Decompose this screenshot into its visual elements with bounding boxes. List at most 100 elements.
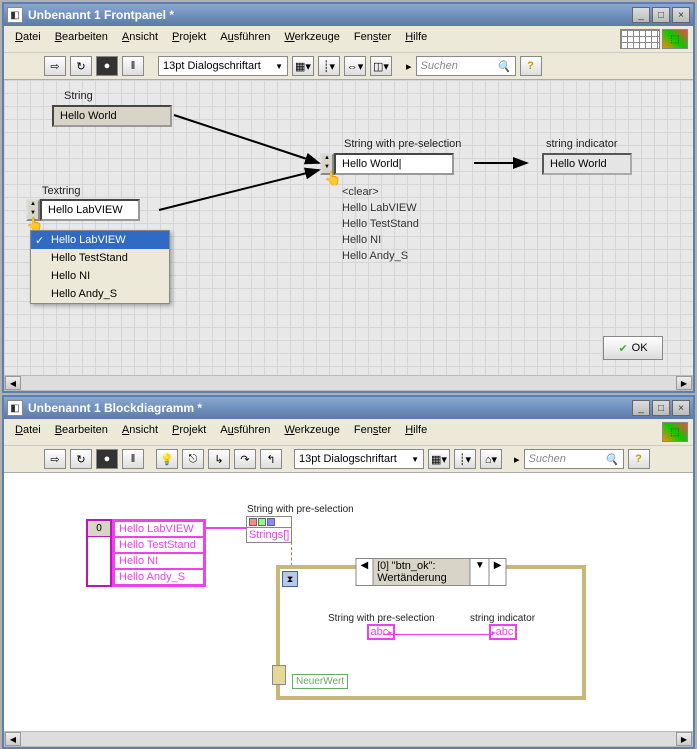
wire-ref-v: [291, 521, 292, 571]
cleanup-button[interactable]: ⌂▾: [480, 449, 502, 469]
ok-button[interactable]: ✔OK: [603, 336, 663, 360]
run-button[interactable]: ⇨: [44, 449, 66, 469]
event-structure[interactable]: ⧗ ◀ [0] "btn_ok": Wertänderung ▼ ▶ Strin…: [276, 565, 586, 700]
run-button[interactable]: ⇨: [44, 56, 66, 76]
preselect-label: String with pre-selection: [344, 138, 461, 150]
menu-bearbeiten[interactable]: Bearbeiten: [49, 29, 114, 49]
menu-bearbeiten[interactable]: Bearbeiten: [49, 422, 114, 442]
menu-datei[interactable]: Datei: [9, 29, 47, 49]
highlight-button[interactable]: 💡: [156, 449, 178, 469]
menu-ausfuehren[interactable]: Ausführen: [214, 422, 276, 442]
bd-titlebar[interactable]: ◧ Unbenannt 1 Blockdiagramm * _ □ ×: [4, 397, 693, 419]
menu-fenster[interactable]: Fenster: [348, 29, 397, 49]
textring-item-0[interactable]: ✓Hello LabVIEW: [31, 231, 169, 249]
vi-icon[interactable]: ⬚: [662, 422, 688, 442]
event-data-node[interactable]: [272, 665, 286, 685]
close-button[interactable]: ×: [672, 400, 690, 416]
timeout-terminal[interactable]: ⧗: [282, 571, 298, 587]
abort-button[interactable]: ●: [96, 56, 118, 76]
menu-hilfe[interactable]: Hilfe: [399, 422, 433, 442]
bd-indicator-terminal[interactable]: string indicator ▸abc: [470, 613, 535, 640]
array-item-3[interactable]: Hello Andy_S: [114, 569, 204, 585]
labview-icon: ◧: [7, 400, 23, 416]
cursor-icon: 👆: [324, 170, 341, 187]
bd-title: Unbenannt 1 Blockdiagramm *: [28, 401, 632, 415]
distribute-button[interactable]: ┊▾: [318, 56, 340, 76]
pause-button[interactable]: ‖: [122, 449, 144, 469]
pause-button[interactable]: ‖: [122, 56, 144, 76]
font-select[interactable]: 13pt Dialogschriftart▼: [294, 449, 424, 469]
menu-werkzeuge[interactable]: Werkzeuge: [278, 422, 345, 442]
reorder-button[interactable]: ◫▾: [370, 56, 392, 76]
step-into-button[interactable]: ↳: [208, 449, 230, 469]
menu-hilfe[interactable]: Hilfe: [399, 29, 433, 49]
neuerwert-node[interactable]: NeuerWert: [292, 674, 348, 689]
fp-scrollbar[interactable]: ◀▶: [4, 375, 693, 391]
fp-canvas[interactable]: String Hello World String with pre-selec…: [4, 80, 693, 375]
menu-ansicht[interactable]: Ansicht: [116, 422, 164, 442]
menu-projekt[interactable]: Projekt: [166, 29, 212, 49]
arrow-2: [159, 165, 324, 215]
preselect-opt-1[interactable]: Hello LabVIEW: [342, 200, 419, 216]
help-button[interactable]: ?: [628, 449, 650, 469]
step-out-button[interactable]: ↰: [260, 449, 282, 469]
string-control[interactable]: Hello World: [52, 105, 172, 127]
grid-pane-icon[interactable]: [620, 29, 660, 49]
vi-icon[interactable]: ⬚: [662, 29, 688, 49]
bd-scrollbar[interactable]: ◀▶: [4, 731, 693, 747]
abort-button[interactable]: ●: [96, 449, 118, 469]
preselect-opt-2[interactable]: Hello TestStand: [342, 216, 419, 232]
bd-menubar: Datei Bearbeiten Ansicht Projekt Ausführ…: [4, 419, 693, 446]
indicator-label: string indicator: [546, 138, 618, 150]
array-index[interactable]: 0: [88, 521, 110, 537]
search-input[interactable]: Suchen🔍: [416, 56, 516, 76]
search-input[interactable]: Suchen🔍: [524, 449, 624, 469]
maximize-button[interactable]: □: [652, 400, 670, 416]
align-button[interactable]: ▦▾: [428, 449, 450, 469]
help-button[interactable]: ?: [520, 56, 542, 76]
minimize-button[interactable]: _: [632, 400, 650, 416]
bd-canvas[interactable]: String with pre-selection 0 Hello LabVIE…: [4, 473, 693, 731]
array-item-0[interactable]: Hello LabVIEW: [114, 521, 204, 537]
resize-button[interactable]: ⇔▾: [344, 56, 366, 76]
preselect-opt-4[interactable]: Hello Andy_S: [342, 248, 419, 264]
step-over-button[interactable]: ↷: [234, 449, 256, 469]
indicator-term-box: ▸abc: [489, 624, 517, 640]
maximize-button[interactable]: □: [652, 7, 670, 23]
bd-preselect-terminal[interactable]: String with pre-selection abc▸: [328, 613, 435, 640]
menu-projekt[interactable]: Projekt: [166, 422, 212, 442]
minimize-button[interactable]: _: [632, 7, 650, 23]
property-node[interactable]: Strings[]: [246, 516, 292, 543]
run-continuous-button[interactable]: ↻: [70, 56, 92, 76]
close-button[interactable]: ×: [672, 7, 690, 23]
fp-titlebar[interactable]: ◧ Unbenannt 1 Frontpanel * _ □ ×: [4, 4, 693, 26]
textring-dropdown: ✓Hello LabVIEW Hello TestStand Hello NI …: [30, 230, 170, 304]
textring-item-2[interactable]: Hello NI: [31, 267, 169, 285]
preselect-opt-clear[interactable]: <clear>: [342, 184, 419, 200]
property-strings[interactable]: Strings[]: [247, 528, 291, 542]
menu-werkzeuge[interactable]: Werkzeuge: [278, 29, 345, 49]
retain-button[interactable]: ⎋: [182, 449, 204, 469]
preselect-value[interactable]: Hello World|: [334, 153, 454, 175]
menu-ansicht[interactable]: Ansicht: [116, 29, 164, 49]
string-label: String: [64, 90, 93, 102]
textring-item-3[interactable]: Hello Andy_S: [31, 285, 169, 303]
textring-item-1[interactable]: Hello TestStand: [31, 249, 169, 267]
menu-ausfuehren[interactable]: Ausführen: [214, 29, 276, 49]
string-indicator: Hello World: [542, 153, 632, 175]
event-selector[interactable]: ◀ [0] "btn_ok": Wertänderung ▼ ▶: [356, 558, 507, 586]
distribute-button[interactable]: ┊▾: [454, 449, 476, 469]
font-select[interactable]: 13pt Dialogschriftart▼: [158, 56, 288, 76]
wire-string: [383, 634, 493, 635]
textring-value[interactable]: Hello LabVIEW: [40, 199, 140, 221]
array-constant[interactable]: 0 Hello LabVIEW Hello TestStand Hello NI…: [86, 519, 206, 587]
arrow-3: [474, 158, 532, 168]
menu-datei[interactable]: Datei: [9, 422, 47, 442]
align-button[interactable]: ▦▾: [292, 56, 314, 76]
menu-fenster[interactable]: Fenster: [348, 422, 397, 442]
preselect-term-box: abc▸: [367, 624, 395, 640]
array-item-1[interactable]: Hello TestStand: [114, 537, 204, 553]
array-item-2[interactable]: Hello NI: [114, 553, 204, 569]
run-continuous-button[interactable]: ↻: [70, 449, 92, 469]
preselect-opt-3[interactable]: Hello NI: [342, 232, 419, 248]
